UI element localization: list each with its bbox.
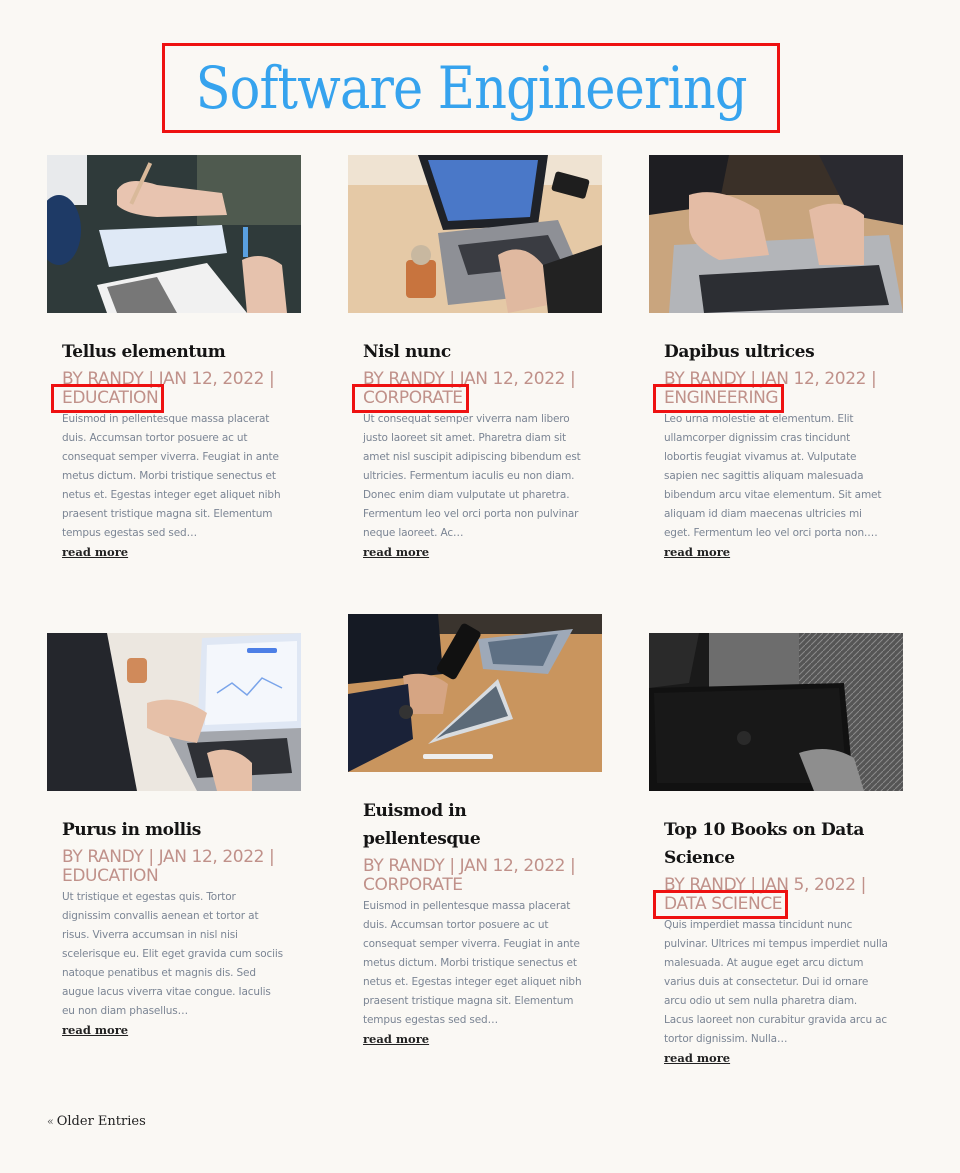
- dark-laptop-image: [649, 633, 903, 791]
- post-excerpt: Quis imperdiet massa tincidunt nunc pulv…: [664, 919, 888, 1045]
- read-more-link[interactable]: read more: [62, 543, 128, 562]
- post-card: Tellus elementum By Randy | Jan 12, 2022…: [47, 155, 301, 562]
- post-meta: By Randy | Jan 5, 2022 | Data Science: [652, 875, 888, 919]
- post-meta: By Randy | Jan 12, 2022 | Education: [50, 369, 286, 413]
- hands-typing-image: [649, 155, 903, 313]
- post-byline: By Randy | Jan 12, 2022 |: [363, 856, 576, 876]
- post-title[interactable]: Top 10 Books on Data Science: [664, 816, 888, 872]
- post-category-link[interactable]: Engineering: [652, 384, 785, 413]
- post-excerpt: Ut tristique et egestas quis. Tortor dig…: [62, 891, 284, 1017]
- post-card: Nisl nunc By Randy | Jan 12, 2022 | Corp…: [348, 155, 602, 562]
- laptop-charts-image: [47, 633, 301, 791]
- post-category-link[interactable]: Education: [50, 384, 165, 413]
- post-byline: By Randy | Jan 12, 2022 |: [363, 369, 576, 389]
- laptop-notebook-image: [47, 155, 301, 313]
- read-more-link[interactable]: read more: [62, 1021, 128, 1040]
- post-thumbnail[interactable]: [348, 155, 602, 313]
- post-thumbnail[interactable]: [47, 633, 301, 791]
- post-card: Purus in mollis By Randy | Jan 12, 2022 …: [47, 633, 301, 1040]
- post-thumbnail[interactable]: [649, 155, 903, 313]
- page-title: Software Engineering: [195, 54, 747, 122]
- post-title[interactable]: Euismod in pellentesque: [363, 797, 587, 853]
- post-category-link[interactable]: Corporate: [363, 876, 463, 895]
- post-title[interactable]: Nisl nunc: [363, 338, 587, 366]
- post-card: Top 10 Books on Data Science By Randy | …: [649, 633, 903, 1068]
- post-excerpt: Leo urna molestie at elementum. Elit ull…: [664, 413, 882, 539]
- post-thumbnail[interactable]: [47, 155, 301, 313]
- post-excerpt: Euismod in pellentesque massa placerat d…: [62, 413, 281, 539]
- post-byline: By Randy | Jan 12, 2022 |: [62, 847, 275, 867]
- double-chevron-left-icon: «: [47, 1115, 54, 1128]
- older-entries-link[interactable]: «Older Entries: [47, 1114, 146, 1129]
- post-card: Euismod in pellentesque By Randy | Jan 1…: [348, 614, 602, 1049]
- older-entries-label: Older Entries: [56, 1114, 146, 1129]
- read-more-link[interactable]: read more: [363, 543, 429, 562]
- post-meta: By Randy | Jan 12, 2022 | Education: [62, 848, 286, 886]
- post-thumbnail[interactable]: [649, 633, 903, 791]
- post-byline: By Randy | Jan 12, 2022 |: [664, 369, 877, 389]
- post-excerpt: Ut consequat semper viverra nam libero j…: [363, 413, 581, 539]
- post-meta: By Randy | Jan 12, 2022 | Engineering: [652, 369, 888, 413]
- post-category-link[interactable]: Corporate: [352, 384, 469, 413]
- post-category-link[interactable]: Education: [62, 867, 159, 886]
- read-more-link[interactable]: read more: [664, 543, 730, 562]
- post-byline: By Randy | Jan 5, 2022 |: [664, 875, 866, 895]
- post-meta: By Randy | Jan 12, 2022 | Corporate: [363, 857, 587, 895]
- read-more-link[interactable]: read more: [363, 1030, 429, 1049]
- post-excerpt: Euismod in pellentesque massa placerat d…: [363, 900, 582, 1026]
- laptop-desk-image: [348, 155, 602, 313]
- post-title[interactable]: Dapibus ultrices: [664, 338, 888, 366]
- post-category-link[interactable]: Data Science: [652, 890, 789, 919]
- post-card: Dapibus ultrices By Randy | Jan 12, 2022…: [649, 155, 903, 562]
- read-more-link[interactable]: read more: [664, 1049, 730, 1068]
- post-thumbnail[interactable]: [348, 614, 602, 772]
- post-meta: By Randy | Jan 12, 2022 | Corporate: [352, 369, 587, 413]
- post-byline: By Randy | Jan 12, 2022 |: [62, 369, 275, 389]
- post-title[interactable]: Tellus elementum: [62, 338, 286, 366]
- phone-tablet-image: [348, 614, 602, 772]
- page-title-box: Software Engineering: [162, 43, 780, 133]
- post-title[interactable]: Purus in mollis: [62, 816, 286, 844]
